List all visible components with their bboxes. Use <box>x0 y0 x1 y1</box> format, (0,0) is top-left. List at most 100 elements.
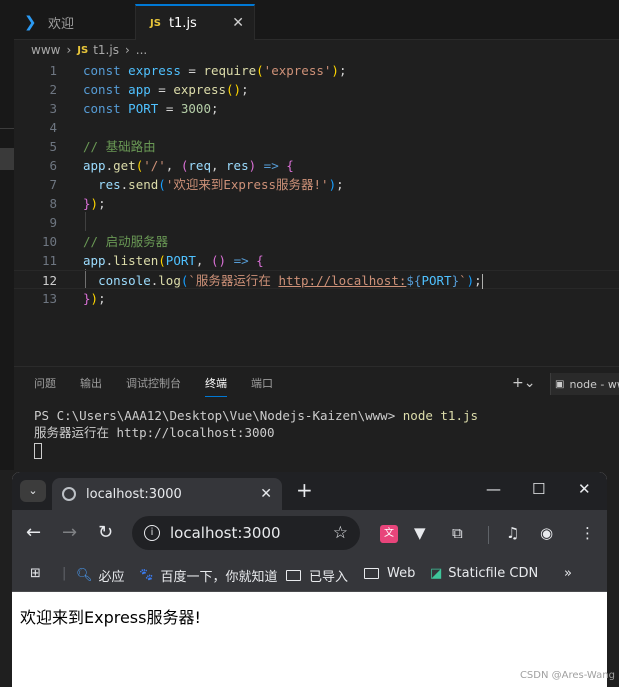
toolbar-divider <box>488 526 489 544</box>
line-number: 11 <box>41 253 57 268</box>
address-bar[interactable]: i localhost:3000 ☆ <box>132 516 360 550</box>
tab-debug-console[interactable]: 调试控制台 <box>126 375 181 397</box>
chevron-right-icon: › <box>66 43 72 57</box>
code-text: const app = express(); <box>83 82 249 97</box>
vue-devtools-icon[interactable]: ▼ <box>414 524 426 542</box>
chevron-right-icon: › <box>124 43 130 57</box>
breadcrumb-symbol[interactable]: ... <box>136 43 147 57</box>
code-line[interactable]: 4 <box>14 118 619 137</box>
tab-output[interactable]: 输出 <box>80 375 102 397</box>
code-line[interactable]: 6 app.get('/', (req, res) => { <box>14 156 619 175</box>
browser-titlebar: ⌄ localhost:3000 ✕ + — ☐ ✕ <box>12 472 607 510</box>
menu-icon[interactable]: ⋮ <box>580 524 595 542</box>
terminal-icon: ▣ <box>555 378 565 390</box>
code-text: const express = require('express'); <box>83 63 347 78</box>
browser-tab-title: localhost:3000 <box>86 486 182 502</box>
apps-icon[interactable]: ⊞ <box>30 566 41 581</box>
breadcrumb-file[interactable]: t1.js <box>93 43 119 57</box>
bookmark-baidu[interactable]: 🐾︎ 百度一下，你就知道 <box>138 566 278 585</box>
browser-toolbar: ← → ↻ i localhost:3000 ☆ 文 ▼ ⧉ ♫ ◉ ⋮ <box>12 510 607 558</box>
terminal-instance-label: node - www <box>569 377 619 391</box>
line-number: 9 <box>49 215 57 230</box>
code-line[interactable]: 9 <box>14 213 619 232</box>
back-icon[interactable]: ← <box>26 522 41 543</box>
code-text: }); <box>83 196 106 211</box>
code-line[interactable]: 7 res.send('欢迎来到Express服务器!'); <box>14 175 619 194</box>
bookmark-label: Web <box>387 566 416 581</box>
line-number: 12 <box>41 273 57 288</box>
bookmarks-divider: | <box>62 566 67 581</box>
code-line[interactable]: 10 // 启动服务器 <box>14 232 619 251</box>
browser-window: ⌄ localhost:3000 ✕ + — ☐ ✕ ← → ↻ i local… <box>12 472 607 687</box>
bookmark-web[interactable]: Web <box>364 566 415 581</box>
code-line[interactable]: 1 const express = require('express'); <box>14 61 619 80</box>
tab-problems[interactable]: 问题 <box>34 375 56 397</box>
bookmark-staticfile[interactable]: ◪ Staticfile CDN <box>430 566 538 581</box>
bookmark-star-icon[interactable]: ☆ <box>333 523 348 543</box>
code-line[interactable]: 12 console.log(`服务器运行在 http://localhost:… <box>14 270 619 289</box>
activity-bar <box>0 0 14 470</box>
site-info-icon[interactable]: i <box>144 525 160 541</box>
code-line[interactable]: 5 // 基础路由 <box>14 137 619 156</box>
globe-icon <box>62 487 76 501</box>
line-number: 8 <box>49 196 57 211</box>
code-text: // 基础路由 <box>83 139 156 154</box>
close-window-icon[interactable]: ✕ <box>578 480 591 498</box>
folder-icon <box>286 570 301 581</box>
new-tab-button[interactable]: + <box>296 478 313 502</box>
tab-ports[interactable]: 端口 <box>251 375 273 397</box>
tab-search-button[interactable]: ⌄ <box>20 480 46 502</box>
staticfile-icon: ◪ <box>430 566 443 581</box>
maximize-icon[interactable]: ☐ <box>532 480 545 498</box>
code-text: app.get('/', (req, res) => { <box>83 158 294 173</box>
close-icon[interactable]: ✕ <box>232 15 244 31</box>
forward-icon[interactable]: → <box>62 522 77 543</box>
code-editor[interactable]: 1 const express = require('express'); 2 con… <box>14 60 619 365</box>
breadcrumb: www › JS t1.js › ... <box>14 40 619 60</box>
search-icon: 🔍︎ <box>76 568 93 583</box>
tab-t1-js[interactable]: JS t1.js ✕ <box>135 4 255 40</box>
browser-tab[interactable]: localhost:3000 ✕ <box>52 478 282 510</box>
line-number: 5 <box>49 139 57 154</box>
line-number: 1 <box>49 63 57 78</box>
code-line[interactable]: 13}); <box>14 289 619 308</box>
code-line[interactable]: 3 const PORT = 3000; <box>14 99 619 118</box>
line-number: 10 <box>41 234 57 249</box>
code-line[interactable]: 11 app.listen(PORT, () => { <box>14 251 619 270</box>
new-terminal-button[interactable]: +⌄ <box>512 375 535 391</box>
code-line[interactable]: 8}); <box>14 194 619 213</box>
close-icon[interactable]: ✕ <box>260 486 272 502</box>
bookmark-label: Staticfile CDN <box>448 566 539 581</box>
media-control-icon[interactable]: ♫ <box>506 524 519 542</box>
code-text: // 启动服务器 <box>83 234 169 249</box>
line-number: 13 <box>41 291 57 306</box>
bookmark-bing[interactable]: 🔍︎ 必应 <box>76 566 125 585</box>
javascript-icon: JS <box>77 44 89 56</box>
profile-icon[interactable]: ◉ <box>540 524 553 542</box>
terminal-line: 服务器运行在 http://localhost:3000 <box>34 425 275 440</box>
terminal-instance[interactable]: ▣ node - www <box>550 373 619 395</box>
tab-label: 欢迎 <box>48 16 75 32</box>
minimize-icon[interactable]: — <box>486 480 501 498</box>
more-bookmarks-icon[interactable]: » <box>564 566 572 581</box>
tab-welcome[interactable]: ❯ 欢迎 <box>24 4 134 40</box>
tab-label: t1.js <box>168 15 197 31</box>
baidu-icon: 🐾︎ <box>138 568 155 583</box>
line-number: 4 <box>49 120 57 135</box>
activity-item-active[interactable] <box>0 148 14 170</box>
tab-terminal[interactable]: 终端 <box>205 375 227 397</box>
bookmark-label: 百度一下，你就知道 <box>160 570 278 585</box>
code-line[interactable]: 2 const app = express(); <box>14 80 619 99</box>
terminal-output[interactable]: PS C:\Users\AAA12\Desktop\Vue\Nodejs-Kai… <box>34 407 478 459</box>
bookmark-imported[interactable]: 已导入 <box>286 566 348 585</box>
vscode-icon: ❯ <box>24 13 37 31</box>
extensions-icon[interactable]: ⧉ <box>452 524 463 542</box>
terminal-cursor <box>34 442 42 459</box>
editor-tabbar: ❯ 欢迎 JS t1.js ✕ <box>14 0 619 40</box>
reload-icon[interactable]: ↻ <box>98 522 113 543</box>
line-number: 3 <box>49 101 57 116</box>
translate-extension-icon[interactable]: 文 <box>380 525 398 543</box>
terminal-line: PS C:\Users\AAA12\Desktop\Vue\Nodejs-Kai… <box>34 407 478 424</box>
breadcrumb-folder[interactable]: www <box>31 43 60 57</box>
watermark: CSDN @Ares-Wang <box>519 670 615 681</box>
